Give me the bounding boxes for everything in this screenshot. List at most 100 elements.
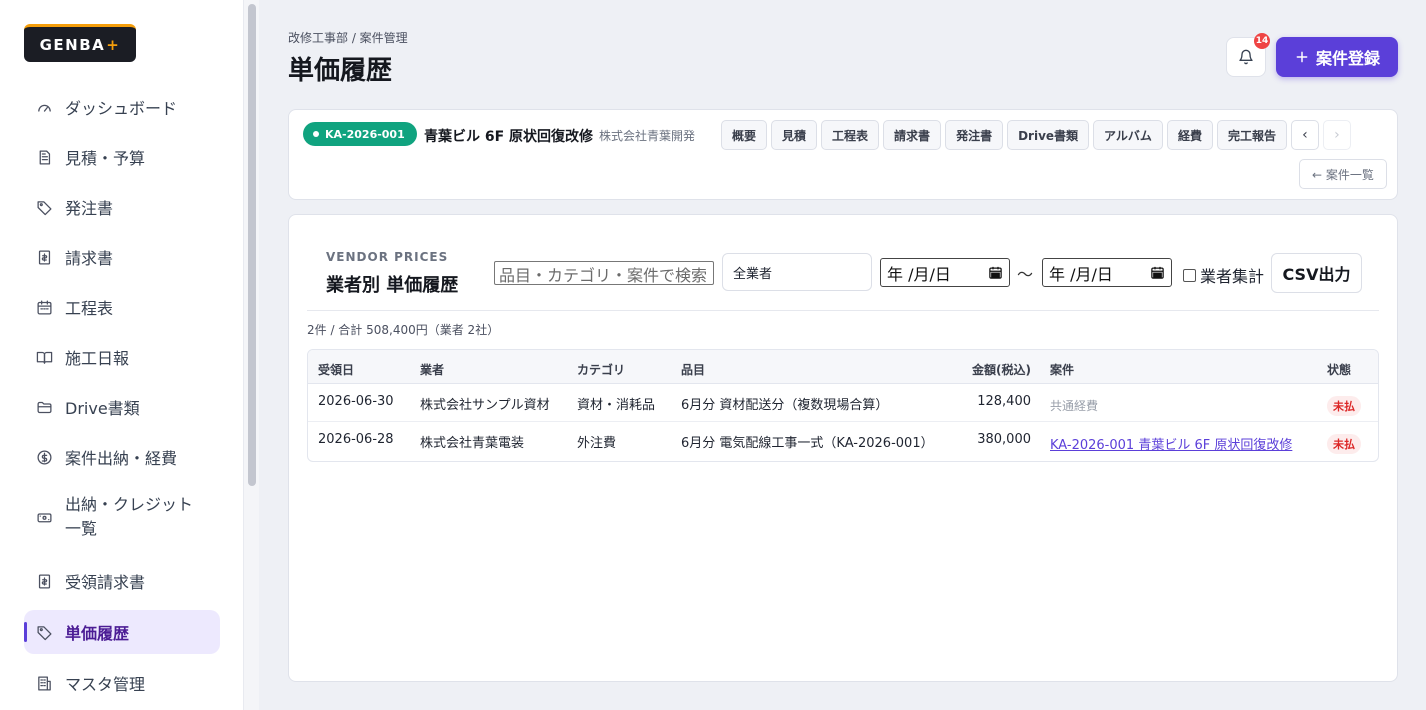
cell-category: 外注費 — [577, 436, 617, 451]
column-header: 金額(税込) — [972, 363, 1031, 377]
csv-export-button[interactable]: CSV出力 — [1271, 253, 1362, 293]
sidebar-item-2[interactable]: 見積・予算 — [24, 134, 220, 180]
sidebar-item-10[interactable]: 受領請求書 — [24, 558, 220, 604]
building-icon — [38, 675, 51, 691]
sidebar-item-label: ダッシュボード — [65, 99, 178, 118]
column-header: 案件 — [1050, 363, 1075, 377]
cell-category: 資材・消耗品 — [577, 398, 656, 413]
cell-item: 6月分 電気配線工事一式（KA-2026-001） — [681, 436, 934, 451]
gauge-icon — [38, 104, 51, 112]
tab-4[interactable]: 請求書 — [883, 120, 942, 150]
cell-date: 2026-06-30 — [318, 394, 394, 409]
aggregate-label: 業者集計 — [1200, 267, 1265, 286]
sidebar-item-label: マスタ管理 — [65, 675, 146, 694]
app-logo[interactable]: GENBA + — [24, 24, 136, 62]
date-range-separator: 〜 — [1017, 265, 1034, 284]
column-header: 状態 — [1327, 363, 1352, 377]
sidebar-item-label: 案件出納・経費 — [65, 449, 178, 468]
calendar-icon — [1151, 266, 1164, 279]
sidebar-item-6[interactable]: 施工日報 — [24, 334, 220, 380]
new-project-button[interactable]: 案件登録 — [1276, 37, 1398, 77]
sidebar-item-label: 受領請求書 — [65, 573, 146, 592]
chevron-right-icon: › — [1334, 127, 1340, 143]
document-list-icon — [39, 149, 51, 165]
project-card: KA-2026-001 青葉ビル 6F 原状回復改修 株式会社青葉開発 概要 見積… — [288, 109, 1398, 200]
sidebar-item-11[interactable]: 単価履歴 — [24, 610, 220, 654]
back-to-projects-button[interactable]: ← 案件一覧 — [1299, 159, 1387, 189]
page-title: 単価履歴 — [288, 56, 393, 86]
plus-icon — [1296, 51, 1308, 63]
cell-vendor: 株式会社サンプル資材 — [420, 398, 550, 413]
sidebar-item-5[interactable]: 工程表 — [24, 284, 220, 330]
notification-badge: 14 — [1254, 33, 1270, 49]
aggregate-toggle[interactable]: 業者集計 — [1183, 263, 1264, 287]
tab-9[interactable]: 完工報告 — [1216, 120, 1287, 150]
project-name: 青葉ビル 6F 原状回復改修 — [424, 129, 594, 145]
cell-vendor: 株式会社青葉電装 — [420, 436, 525, 451]
logo-text: GENBA — [39, 35, 106, 54]
sidebar-item-label: 単価履歴 — [65, 624, 130, 643]
invoice-icon — [38, 573, 51, 589]
dollar-circle-icon — [37, 449, 52, 465]
tab-7[interactable]: アルバム — [1093, 120, 1163, 150]
bell-icon — [1239, 49, 1253, 65]
vendor-price-table: 受領日 業者 カテゴリ 品目 金額(税込) 案件 状態 2026-06-30 株式会社サンプル… — [307, 349, 1379, 462]
table-body: 2026-06-30 株式会社サンプル資材 資材・消耗品 6月分 資材配送分（複数現場… — [308, 384, 1378, 460]
calendar-icon — [37, 299, 52, 315]
table-header: 受領日 業者 カテゴリ 品目 金額(税込) 案件 状態 — [308, 350, 1378, 384]
book-icon — [36, 351, 53, 364]
tab-5[interactable]: 発注書 — [945, 120, 1004, 150]
breadcrumb: 改修工事部 / 案件管理 — [288, 31, 408, 45]
sidebar-item-label: 出納・クレジット一覧 — [65, 495, 194, 538]
search-input[interactable]: 品目・カテゴリ・案件で検索 — [494, 261, 714, 285]
tab-1[interactable]: 概要 — [721, 120, 768, 150]
folder-icon — [37, 401, 52, 413]
sidebar-scroll-thumb[interactable] — [248, 4, 256, 486]
chevron-left-icon: ‹ — [1302, 127, 1308, 143]
section-eyebrow: VENDOR PRICES — [326, 250, 449, 264]
sidebar-item-9[interactable]: 出納・クレジット一覧 — [24, 484, 220, 550]
cell-project: 共通経費 — [1050, 399, 1099, 413]
project-client: 株式会社青葉開発 — [599, 129, 696, 143]
table-row[interactable]: 2026-06-30 株式会社サンプル資材 資材・消耗品 6月分 資材配送分（複数現場… — [308, 384, 1378, 422]
date-from-input[interactable]: 年 /月/日 — [880, 258, 1010, 287]
sidebar-item-4[interactable]: 請求書 — [24, 234, 220, 280]
cell-amount: 380,000 — [977, 432, 1031, 447]
column-header: 業者 — [420, 363, 445, 377]
date-to-placeholder: 年 /月/日 — [1049, 264, 1113, 284]
sidebar-item-label: 発注書 — [65, 199, 114, 218]
status-badge: 未払 — [1327, 396, 1361, 416]
chevron-left-button[interactable]: ‹ — [1290, 120, 1319, 150]
table-row[interactable]: 2026-06-28 株式会社青葉電装 外注費 6月分 電気配線工事一式（KA-202… — [308, 422, 1378, 460]
cell-item: 6月分 資材配送分（複数現場合算） — [681, 398, 889, 413]
tab-6[interactable]: Drive書類 — [1007, 120, 1090, 150]
vendor-select[interactable]: 全業者 — [722, 253, 872, 291]
tag-icon — [37, 200, 52, 215]
sidebar-item-1[interactable]: ダッシュボード — [24, 84, 220, 130]
sidebar-scrollbar[interactable] — [243, 0, 259, 710]
sidebar-item-7[interactable]: Drive書類 — [24, 384, 220, 430]
invoice-icon — [38, 249, 51, 265]
column-header: 品目 — [681, 363, 706, 377]
date-to-input[interactable]: 年 /月/日 — [1042, 258, 1172, 287]
aggregate-checkbox[interactable] — [1183, 268, 1196, 282]
tab-3[interactable]: 工程表 — [821, 120, 880, 150]
project-link[interactable]: KA-2026-001 青葉ビル 6F 原状回復改修 — [1050, 434, 1292, 453]
sidebar-item-3[interactable]: 発注書 — [24, 184, 220, 230]
status-badge: 未払 — [1327, 434, 1361, 454]
tab-2[interactable]: 見積 — [771, 120, 818, 150]
sidebar-item-label: 工程表 — [65, 299, 114, 318]
sidebar-item-label: Drive書類 — [65, 399, 140, 418]
vendor-prices-card: VENDOR PRICES 業者別 単価履歴 品目・カテゴリ・案件で検索 全業者… — [288, 214, 1398, 682]
sidebar-item-8[interactable]: 案件出納・経費 — [24, 434, 220, 480]
sidebar-item-label: 見積・予算 — [65, 149, 146, 168]
logo-plus: + — [106, 35, 121, 54]
project-tabs: 概要 見積 工程表 請求書 発注書 Drive書類 アルバム 経費 完工報告 ‹ › — [721, 120, 1351, 150]
sidebar-item-12[interactable]: マスタ管理 — [24, 660, 220, 706]
section-title: 業者別 単価履歴 — [326, 275, 459, 296]
tab-8[interactable]: 経費 — [1166, 120, 1213, 150]
sidebar-item-label: 施工日報 — [65, 349, 130, 368]
column-header: カテゴリ — [577, 363, 626, 377]
date-from-placeholder: 年 /月/日 — [887, 264, 951, 284]
chevron-right-button[interactable]: › — [1322, 120, 1351, 150]
